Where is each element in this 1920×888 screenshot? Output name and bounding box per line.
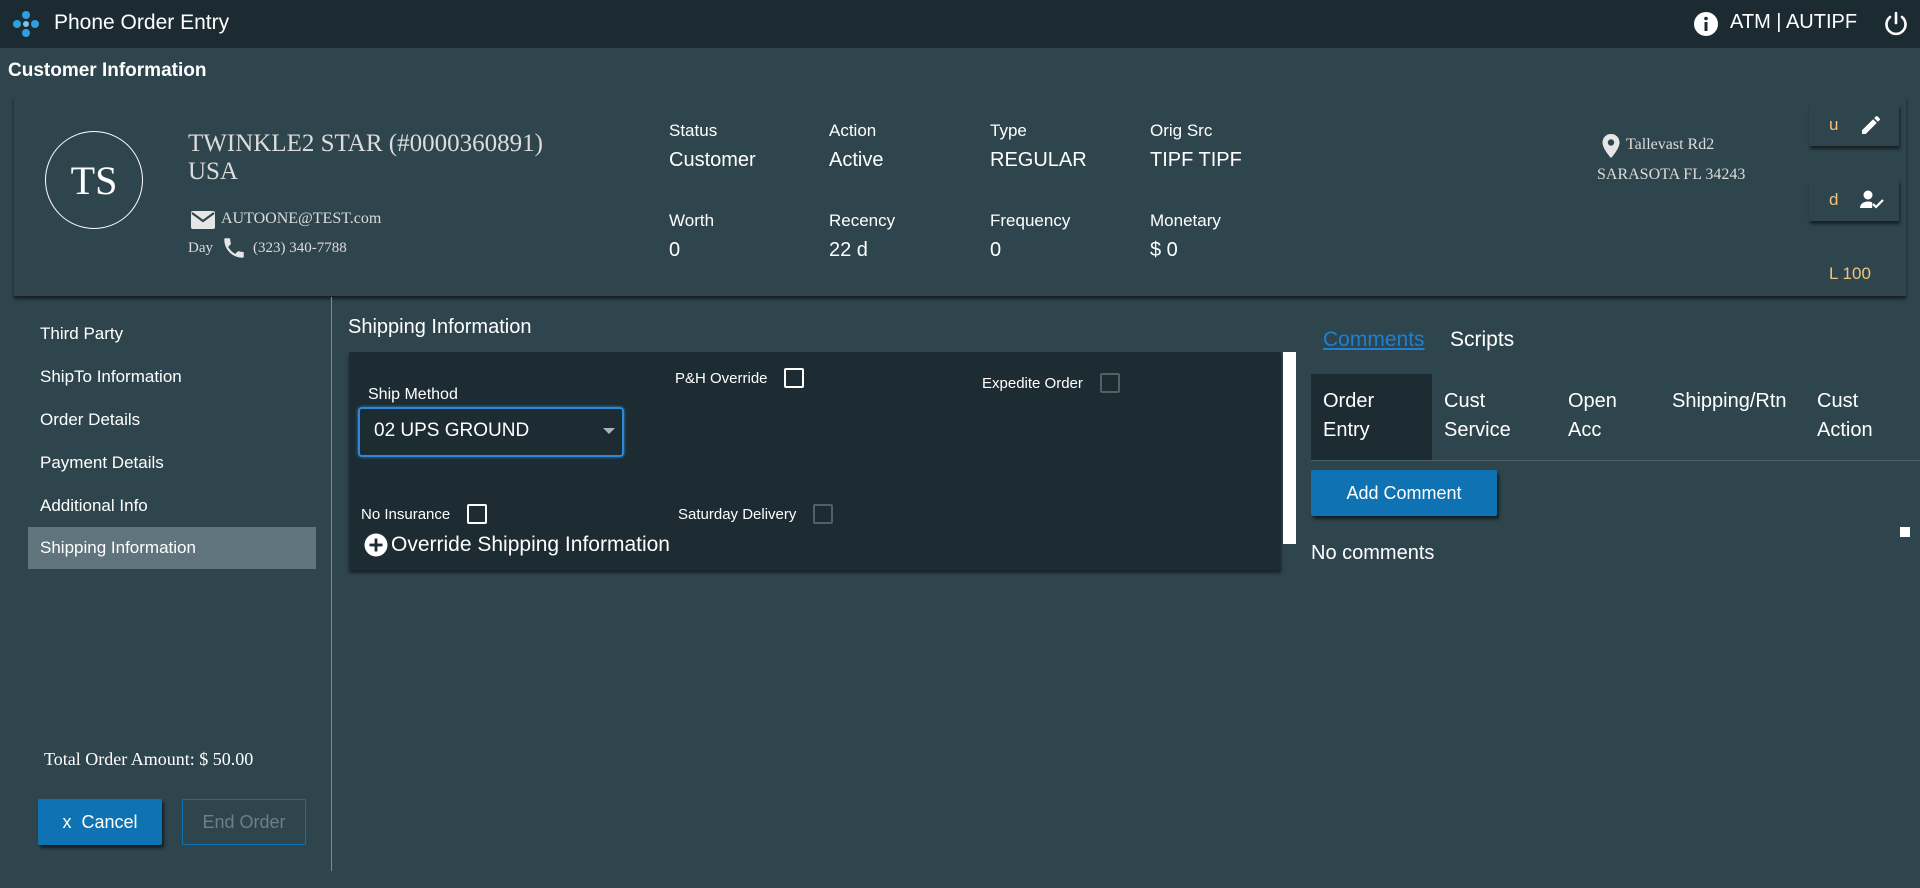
user-label[interactable]: ATM | AUTIPF (1730, 11, 1857, 34)
stat-value-status: Customer (669, 149, 756, 171)
saturday-delivery-label: Saturday Delivery (678, 506, 797, 523)
subtab-label-line-1: Order (1323, 390, 1375, 412)
subtab-label-line-2: Action (1817, 419, 1873, 441)
subtab-order-entry[interactable]: Order Entry (1311, 374, 1432, 460)
subtab-label-line-1: Cust (1444, 390, 1486, 412)
saturday-delivery-checkbox[interactable] (813, 504, 833, 524)
total-order-amount: Total Order Amount: $ 50.00 (44, 749, 254, 769)
stat-value-type: REGULAR (990, 149, 1087, 171)
verify-customer-button[interactable]: d (1809, 179, 1899, 221)
expedite-order-checkbox[interactable] (1100, 373, 1120, 393)
stat-label-recency: Recency (829, 211, 896, 230)
add-comment-button[interactable]: Add Comment (1311, 470, 1497, 516)
subtab-label-line-2: Service (1444, 419, 1511, 441)
stat-label-type: Type (990, 121, 1027, 140)
stat-label-frequency: Frequency (990, 211, 1071, 230)
location-pin-icon (1602, 134, 1620, 158)
ship-method-value: 02 UPS GROUND (374, 420, 530, 441)
top-bar (0, 0, 1920, 48)
subtab-cust-service[interactable]: Cust Service (1432, 374, 1556, 460)
subtab-label-line-2: Acc (1568, 419, 1602, 441)
edit-button-label: u (1829, 115, 1839, 134)
subtab-cust-action[interactable]: Cust Action (1805, 374, 1917, 460)
stat-value-worth: 0 (669, 239, 681, 261)
stat-value-monetary: $ 0 (1150, 239, 1178, 261)
power-icon[interactable] (1882, 10, 1910, 38)
info-icon[interactable] (1693, 11, 1719, 37)
tab-scripts[interactable]: Scripts (1450, 328, 1514, 352)
app-title: Phone Order Entry (54, 11, 230, 34)
ph-override-label: P&H Override (675, 370, 768, 387)
sidebar-divider (331, 297, 332, 871)
stat-value-frequency: 0 (990, 239, 1002, 261)
subtab-label-line-1: Open (1568, 390, 1617, 412)
cancel-button[interactable]: x Cancel (38, 799, 162, 845)
verify-button-label: d (1829, 190, 1839, 209)
empty-comments-message: No comments (1311, 542, 1435, 564)
sidebar-item-third-party[interactable]: Third Party (28, 313, 316, 355)
no-insurance-checkbox[interactable] (467, 504, 487, 524)
no-insurance-label: No Insurance (361, 506, 451, 523)
address-line-1: Tallevast Rd2 (1626, 136, 1715, 153)
user-check-icon (1860, 190, 1884, 209)
stat-value-orig-src: TIPF TIPF (1150, 149, 1242, 171)
stat-label-worth: Worth (669, 211, 715, 230)
chevron-down-icon (603, 428, 615, 434)
ship-method-label: Ship Method (368, 386, 458, 403)
stat-value-action: Active (829, 149, 884, 171)
avatar: TS (45, 131, 143, 229)
subtab-open-acc[interactable]: Open Acc (1556, 374, 1660, 460)
sidebar-item-shipping-information[interactable]: Shipping Information (28, 527, 316, 569)
shipping-heading: Shipping Information (348, 316, 532, 338)
stat-label-monetary: Monetary (1150, 211, 1221, 230)
customer-phone[interactable]: (323) 340-7788 (253, 240, 347, 257)
override-shipping-link[interactable]: Override Shipping Information (391, 533, 670, 557)
stat-label-orig-src: Orig Src (1150, 121, 1213, 140)
stat-label-status: Status (669, 121, 718, 140)
expedite-order-label: Expedite Order (982, 375, 1083, 392)
app-logo-icon (13, 11, 39, 37)
sidebar-item-shipto-information[interactable]: ShipTo Information (28, 356, 316, 398)
stat-value-recency: 22 d (829, 239, 868, 261)
level-badge: L 100 (1829, 264, 1871, 283)
stat-label-action: Action (829, 121, 877, 140)
subtab-label-line-2: Entry (1323, 419, 1370, 441)
subtab-label-line-1: Shipping/Rtn (1672, 390, 1787, 412)
tab-comments[interactable]: Comments (1323, 328, 1425, 352)
phone-type-label: Day (188, 240, 213, 256)
sidebar-item-additional-info[interactable]: Additional Info (28, 485, 316, 527)
customer-email[interactable]: AUTOONE@TEST.com (221, 210, 381, 228)
resize-handle[interactable] (1900, 527, 1910, 537)
pencil-icon (1862, 116, 1880, 134)
subtab-label-line-1: Cust (1817, 390, 1859, 412)
sidebar-item-order-details[interactable]: Order Details (28, 399, 316, 441)
edit-customer-button[interactable]: u (1809, 104, 1899, 146)
sidebar-item-payment-details[interactable]: Payment Details (28, 442, 316, 484)
customer-card (14, 96, 1906, 296)
section-heading: Customer Information (8, 60, 207, 81)
plus-circle-icon[interactable] (364, 533, 388, 557)
customer-country: USA (188, 158, 239, 185)
email-icon (191, 211, 215, 229)
end-order-button[interactable]: End Order (182, 799, 306, 845)
address-line-2: SARASOTA FL 34243 (1597, 166, 1746, 183)
phone-icon (224, 238, 244, 258)
ph-override-checkbox[interactable] (784, 368, 804, 388)
panel-scrollbar[interactable] (1283, 352, 1296, 544)
customer-name: TWINKLE2 STAR (#0000360891) (188, 130, 543, 157)
subtab-shipping-rtn[interactable]: Shipping/Rtn (1660, 374, 1805, 460)
